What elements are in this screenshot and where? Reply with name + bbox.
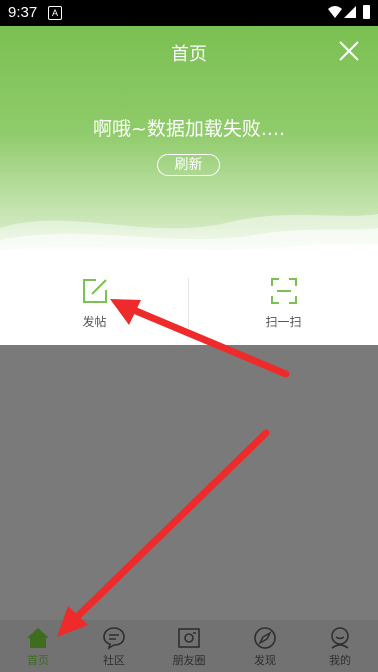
status-bar: 9:37 A: [0, 0, 378, 26]
tab-label: 社区: [103, 654, 125, 667]
tab-home[interactable]: 首页: [0, 620, 76, 672]
tab-discover[interactable]: 发现: [227, 620, 303, 672]
notification-icon: A: [48, 6, 62, 20]
scan-action[interactable]: 扫一扫: [189, 260, 378, 345]
status-time: 9:37: [8, 4, 38, 21]
post-label: 发帖: [82, 315, 107, 329]
error-message: 啊哦~数据加载失败....: [92, 118, 286, 140]
scan-icon: [271, 278, 297, 304]
tab-label: 发现: [254, 654, 276, 667]
tab-community[interactable]: 社区: [76, 620, 152, 672]
scan-label: 扫一扫: [265, 315, 302, 329]
tab-label: 我的: [329, 654, 351, 667]
home-icon: [27, 628, 49, 648]
wifi-icon: [328, 6, 342, 18]
tab-profile[interactable]: 我的: [302, 620, 378, 672]
content-overlay: [0, 345, 378, 620]
edit-icon: [83, 279, 107, 303]
page-title: 首页: [171, 44, 207, 65]
tab-label: 首页: [27, 654, 49, 667]
wave-decoration: [0, 214, 378, 260]
quick-actions: 发帖 扫一扫: [0, 260, 378, 345]
compass-icon: [254, 627, 276, 649]
hero-header: 首页 啊哦~数据加载失败.... 刷新: [0, 26, 378, 260]
tab-label: 朋友圈: [172, 654, 206, 667]
signal-icon: [344, 6, 356, 18]
camera-icon: [178, 628, 200, 648]
tab-moments[interactable]: 朋友圈: [151, 620, 227, 672]
post-action[interactable]: 发帖: [0, 260, 189, 345]
chat-bubble-icon: [103, 627, 125, 650]
bottom-tab-bar: 首页 社区 朋友圈 发现 我的: [0, 620, 378, 672]
close-icon[interactable]: [338, 40, 360, 62]
refresh-button[interactable]: 刷新: [157, 154, 220, 176]
user-icon: [331, 627, 349, 649]
battery-icon: [363, 5, 370, 19]
